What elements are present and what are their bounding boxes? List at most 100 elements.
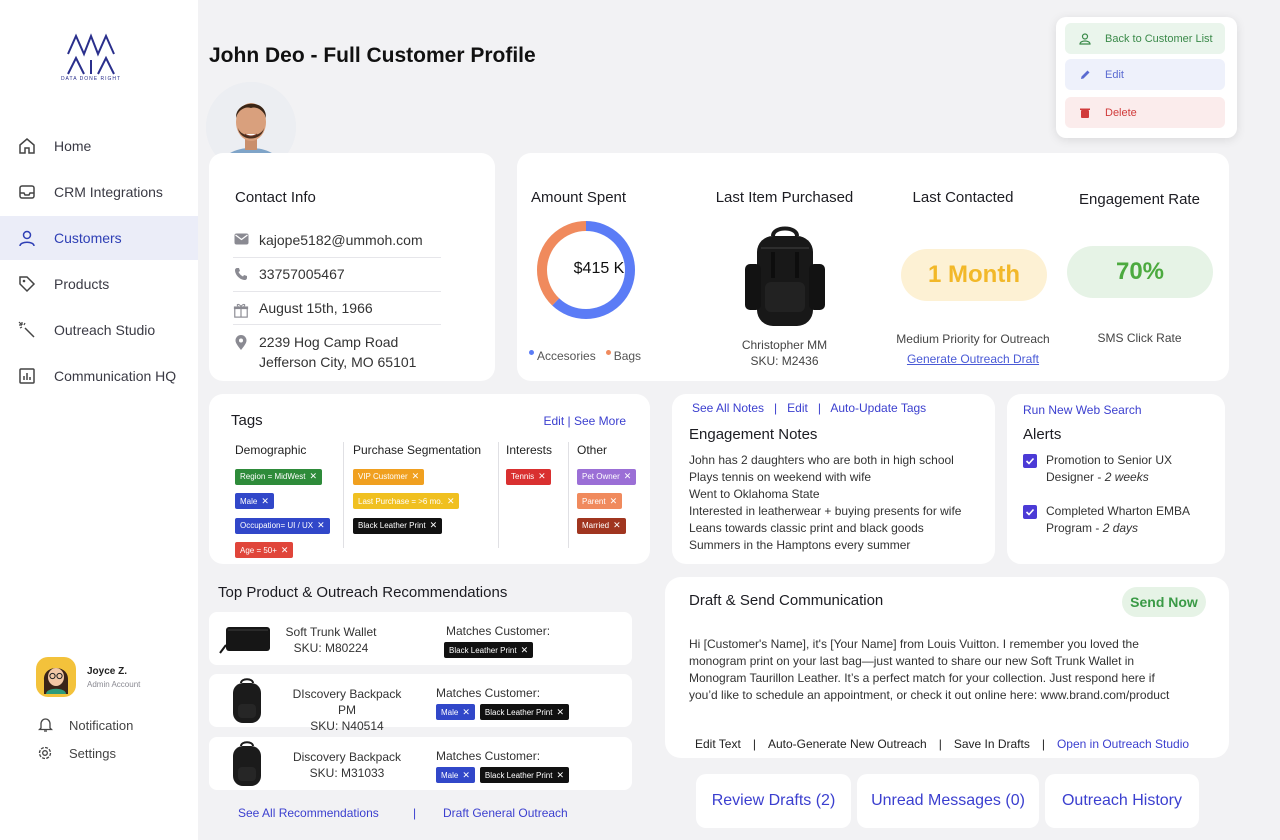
alert-checkbox[interactable] (1023, 454, 1037, 468)
tag-chip[interactable]: Tennis ✕ (506, 468, 551, 485)
tag-chip[interactable]: Black Leather Print ✕ (353, 517, 443, 534)
run-new-web-search-link[interactable]: Run New Web Search (1023, 403, 1142, 417)
save-in-drafts-button[interactable]: Save In Drafts (954, 737, 1030, 751)
back-to-customer-list-button[interactable]: Back to Customer List (1065, 23, 1225, 54)
page-title: John Deo - Full Customer Profile (209, 44, 536, 67)
settings-label: Settings (69, 745, 116, 761)
gear-icon (37, 745, 53, 761)
sidebar-item-label: Products (54, 276, 110, 292)
contact-birthday: August 15th, 1966 (259, 300, 373, 316)
tag-column-purchase-segmentation: Purchase Segmentation VIP Customer ✕ Last… (353, 443, 481, 540)
edit-notes-link[interactable]: Edit (787, 401, 808, 415)
person-icon (1065, 32, 1105, 45)
edit-profile-button[interactable]: Edit (1065, 59, 1225, 90)
recommendation-row[interactable]: DIscovery Backpack PM SKU: N40514 Matche… (209, 674, 632, 733)
draft-general-outreach-link[interactable]: Draft General Outreach (443, 806, 568, 820)
mail-icon (233, 233, 249, 245)
remove-tag-icon: ✕ (609, 495, 618, 506)
auto-generate-outreach-button[interactable]: Auto-Generate New Outreach (768, 737, 927, 751)
last-item-sku: SKU: M2436 (750, 354, 819, 368)
tags-edit-see-more-link[interactable]: Edit | See More (544, 414, 627, 428)
tag-chip[interactable]: Last Purchase = >6 mo. ✕ (353, 493, 460, 509)
product-sku: SKU: N40514 (310, 719, 384, 733)
sidebar-item-crm-integrations[interactable]: CRM Integrations (0, 170, 198, 214)
remove-tag-icon: ✕ (623, 471, 632, 481)
delete-profile-button[interactable]: Delete (1065, 97, 1225, 128)
open-in-outreach-studio-link[interactable]: Open in Outreach Studio (1057, 737, 1189, 751)
remove-tag-icon: ✕ (429, 520, 438, 530)
sidebar-item-home[interactable]: Home (0, 124, 198, 168)
link-separator: | (413, 806, 417, 820)
see-all-notes-link[interactable]: See All Notes (692, 401, 764, 415)
divider (233, 257, 441, 258)
outreach-priority-block: Medium Priority for Outreach Generate Ou… (877, 329, 1069, 369)
logo-tagline: DATA DONE RIGHT (60, 76, 122, 82)
unread-messages-button[interactable]: Unread Messages (0) (857, 774, 1039, 828)
outreach-history-button[interactable]: Outreach History (1045, 774, 1199, 828)
recommendation-row[interactable]: Soft Trunk Wallet SKU: M80224 Matches Cu… (209, 612, 632, 665)
tag-chip[interactable]: Age = 50+ ✕ (235, 542, 294, 558)
auto-update-tags-link[interactable]: Auto-Update Tags (830, 401, 926, 415)
tag-chip[interactable]: Black Leather Print ✕ (479, 704, 570, 720)
sidebar-item-communication-hq[interactable]: Communication HQ (0, 354, 198, 398)
donut-legend: Accesories Bags (529, 349, 641, 363)
send-now-button[interactable]: Send Now (1122, 587, 1206, 617)
recommendation-row[interactable]: Discovery Backpack SKU: M31033 Matches C… (209, 737, 632, 790)
tag-chip[interactable]: Parent ✕ (577, 493, 623, 509)
bar-chart-icon (17, 366, 37, 386)
review-drafts-button[interactable]: Review Drafts (2) (696, 774, 851, 828)
see-all-recommendations-link[interactable]: See All Recommendations (238, 806, 379, 820)
note-line: Plays tennis on weekend with wife (689, 470, 872, 484)
tag-column-title: Interests (506, 443, 553, 457)
last-item-name: Christopher MM (741, 338, 828, 352)
notes-links: See All Notes | Edit | Auto-Update Tags (692, 401, 927, 415)
backpack-product-image (745, 226, 825, 326)
alerts-card: Run New Web Search Alerts Promotion to S… (1007, 394, 1225, 564)
notification-link[interactable]: Notification (37, 717, 133, 733)
contact-phone[interactable]: 33757005467 (259, 266, 345, 282)
alert-checkbox[interactable] (1023, 505, 1037, 519)
tag-chip[interactable]: Male ✕ (436, 704, 475, 720)
contact-info-title: Contact Info (235, 189, 316, 206)
tag-chip[interactable]: Region = MidWest ✕ (235, 468, 322, 485)
remove-tag-icon: ✕ (280, 544, 289, 555)
sidebar: DATA DONE RIGHT Home CRM Integrations Cu… (0, 0, 198, 840)
tag-chip[interactable]: Married ✕ (577, 517, 626, 534)
remove-tag-icon: ✕ (317, 520, 325, 530)
remove-tag-icon: ✕ (556, 769, 565, 780)
sidebar-item-customers[interactable]: Customers (0, 216, 198, 260)
matches-label: Matches Customer: (436, 686, 541, 700)
draft-actions: Edit Text | Auto-Generate New Outreach | Sav… (695, 737, 1189, 751)
link-separator: | (1041, 737, 1045, 751)
location-pin-icon (233, 335, 249, 351)
user-account[interactable]: Joyce Z. Admin Account (36, 657, 140, 697)
tag-chip[interactable]: Pet Owner ✕ (577, 468, 637, 485)
bell-icon (37, 717, 53, 733)
divider (233, 291, 441, 292)
matches-label: Matches Customer: (446, 624, 551, 638)
contact-email-row: kajope5182@ummoh.com (233, 232, 441, 248)
backpack-product-image (217, 740, 277, 786)
note-line: Summers in the Hamptons every summer (689, 538, 911, 552)
remove-tag-icon: ✕ (613, 520, 621, 530)
sidebar-item-products[interactable]: Products (0, 262, 198, 306)
tag-column-demographic: Demographic Region = MidWest ✕ Male ✕ Occu… (235, 443, 330, 564)
edit-text-button[interactable]: Edit Text (695, 737, 741, 751)
remove-tag-icon: ✕ (538, 471, 546, 481)
tag-chip[interactable]: Male ✕ (235, 493, 274, 509)
tag-chip[interactable]: Black Leather Print ✕ (479, 767, 570, 783)
person-icon (17, 228, 37, 248)
alert-item: Completed Wharton EMBA Program - 2 days (1023, 503, 1190, 537)
tag-chip[interactable]: VIP Customer ✕ (353, 468, 425, 485)
amount-spent-title: Amount Spent (531, 189, 627, 206)
generate-outreach-draft-link[interactable]: Generate Outreach Draft (877, 349, 1069, 369)
draft-message-text[interactable]: Hi [Customer's Name], it's [Your Name] f… (689, 636, 1209, 704)
tag-chip[interactable]: Male ✕ (436, 767, 475, 783)
contact-email[interactable]: kajope5182@ummoh.com (259, 232, 423, 248)
sidebar-item-label: CRM Integrations (54, 184, 163, 200)
remove-tag-icon: ✕ (261, 495, 269, 506)
tag-chip[interactable]: Black Leather Print ✕ (444, 642, 534, 658)
tag-chip[interactable]: Occupation= UI / UX ✕ (235, 517, 330, 534)
settings-link[interactable]: Settings (37, 745, 116, 761)
sidebar-item-outreach-studio[interactable]: Outreach Studio (0, 308, 198, 352)
